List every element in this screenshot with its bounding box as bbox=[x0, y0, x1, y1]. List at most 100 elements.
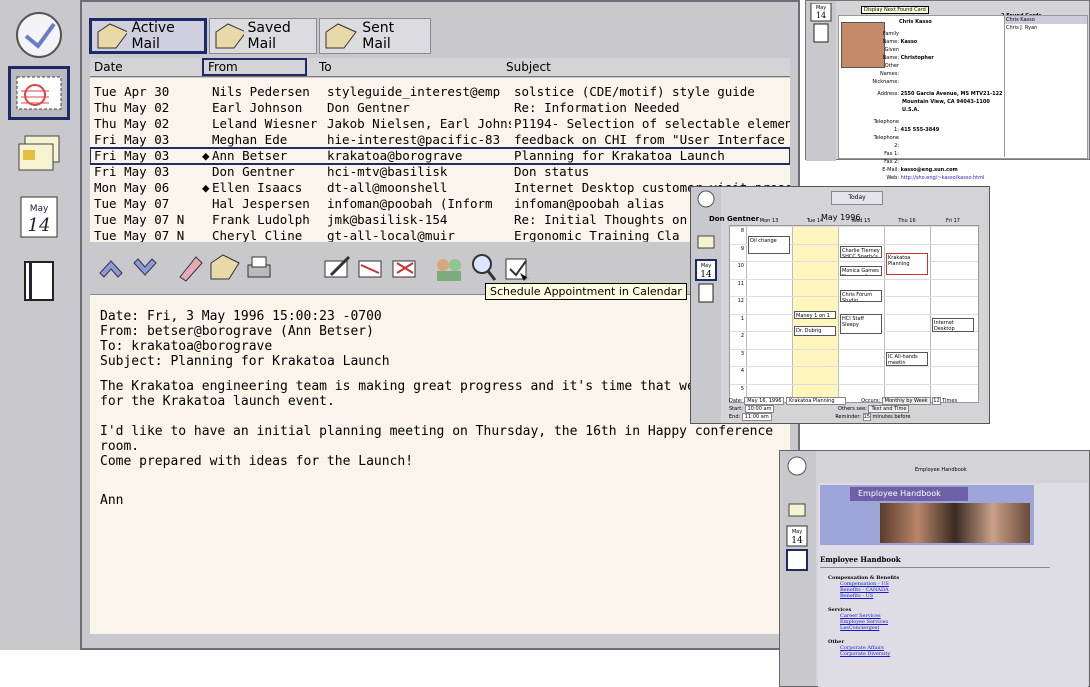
appointment[interactable]: HCI Staff Sleepy bbox=[840, 314, 882, 334]
appointment[interactable]: Dr. Dubrig bbox=[794, 326, 836, 336]
column-date[interactable]: Date bbox=[90, 58, 202, 76]
calendar-icon[interactable]: May14 bbox=[8, 190, 70, 244]
table-row[interactable]: Thu May 02 Earl Johnson Don Gentner Re: Inf… bbox=[90, 100, 790, 116]
schedule-appointment-icon[interactable] bbox=[500, 250, 534, 286]
table-row[interactable]: Tue May 07 N Frank Ludolph jmk@basilisk-15… bbox=[90, 212, 790, 228]
day-header[interactable]: Wed 15 bbox=[838, 218, 884, 224]
row-from: Earl Johnson bbox=[212, 100, 303, 115]
previous-message-icon[interactable] bbox=[94, 250, 128, 286]
appointment[interactable]: Oil change bbox=[748, 236, 790, 254]
handbook-link[interactable]: LesConciergest bbox=[828, 625, 899, 631]
table-row[interactable]: Tue May 07 N Cheryl Cline gt-all-local@mui… bbox=[90, 228, 790, 242]
clock-icon[interactable] bbox=[8, 8, 70, 62]
table-row[interactable]: Tue May 07 Hal Jespersen infoman@poobah (I… bbox=[90, 196, 790, 212]
row-date: Thu May 02 bbox=[94, 100, 170, 115]
list-item[interactable]: Chris Kasso bbox=[1005, 16, 1087, 24]
delete-icon[interactable] bbox=[172, 250, 206, 286]
mail-icon[interactable] bbox=[8, 66, 70, 120]
calendar-icon[interactable]: May14 bbox=[695, 259, 717, 281]
address-book-icon[interactable] bbox=[432, 250, 466, 286]
handbook-link[interactable]: Benefits - US bbox=[828, 593, 899, 599]
row-date: Thu May 02 bbox=[94, 116, 170, 131]
list-item[interactable]: Chris J. Ryan bbox=[1005, 24, 1087, 32]
next-message-icon[interactable] bbox=[128, 250, 162, 286]
clock-icon[interactable] bbox=[696, 189, 716, 209]
clock-icon[interactable] bbox=[786, 455, 808, 477]
table-row[interactable]: Fri May 03 Meghan Ede hie-interest@pacific… bbox=[90, 132, 790, 148]
folder-icon bbox=[97, 23, 128, 49]
day-header[interactable]: Thu 16 bbox=[884, 218, 930, 224]
address-line: U.S.A. bbox=[902, 107, 920, 113]
hour-label: 1 bbox=[740, 315, 744, 322]
start-field[interactable]: 10:00 am bbox=[744, 405, 775, 413]
others-select[interactable]: Text and Time bbox=[868, 405, 910, 413]
appointment[interactable]: IC All-hands meetin Sparty's bbox=[886, 352, 928, 366]
svg-text:14: 14 bbox=[816, 11, 826, 20]
address-line: Mountain View, CA 94043-1100 bbox=[902, 99, 990, 105]
hour-label: 8 bbox=[740, 228, 744, 234]
message-list: Tue Apr 30 Nils Pedersen styleguide_intere… bbox=[90, 78, 790, 242]
folder-icon bbox=[325, 23, 357, 49]
find-icon[interactable] bbox=[466, 250, 500, 286]
appointment[interactable]: Monica Games Newsreader bbox=[840, 266, 882, 276]
reply-icon[interactable] bbox=[354, 250, 388, 286]
column-to[interactable]: To bbox=[315, 58, 495, 76]
reminder-field[interactable]: 15 bbox=[862, 413, 871, 421]
page-heading: Employee Handbook bbox=[820, 555, 901, 564]
documents-icon[interactable] bbox=[786, 501, 808, 521]
table-row[interactable]: Mon May 06 ◆ Ellen Isaacs dt-all@moonshell I… bbox=[90, 180, 790, 196]
appointment[interactable]: Krakatoa Planning bbox=[886, 253, 928, 275]
today-button[interactable]: Today bbox=[831, 191, 883, 205]
day-header[interactable]: Tue 14 bbox=[792, 218, 838, 224]
day-header[interactable]: Mon 13 bbox=[746, 218, 792, 224]
table-row[interactable]: Fri May 03 Don Gentner hci-mtv@basilisk Don… bbox=[90, 164, 790, 180]
occurs-select[interactable]: Monthly by Week bbox=[881, 397, 931, 405]
appointment[interactable]: Charlie Tierney SHCC Sparty's bbox=[840, 246, 882, 258]
column-from[interactable]: From bbox=[202, 58, 307, 76]
field-label: Telephone 1: bbox=[873, 119, 899, 133]
tab-active-mail[interactable]: Active Mail bbox=[89, 18, 207, 54]
what-field[interactable]: Krakatoa Planning bbox=[786, 397, 846, 405]
documents-icon[interactable] bbox=[8, 128, 70, 182]
calendar-icon[interactable]: May14 bbox=[786, 525, 808, 547]
notebook-icon[interactable] bbox=[696, 283, 716, 303]
row-subject: Don status bbox=[514, 164, 590, 179]
row-subject: feedback on CHI from "User Interface En bbox=[514, 132, 790, 147]
table-row[interactable]: Tue Apr 30 Nils Pedersen styleguide_intere… bbox=[90, 84, 790, 100]
tab-saved-mail[interactable]: Saved Mail bbox=[209, 18, 317, 54]
web-link[interactable]: http://sho.eng/~kasso/kasso.html bbox=[901, 175, 985, 181]
column-subject[interactable]: Subject bbox=[502, 58, 790, 76]
field-label: Telephone 2: bbox=[873, 135, 899, 149]
handbook-link[interactable]: Corporate Diversity bbox=[828, 651, 899, 657]
appointment[interactable]: Maney 1 on 1 bbox=[794, 311, 836, 319]
hour-label: 11 bbox=[737, 280, 744, 287]
row-from: Meghan Ede bbox=[212, 132, 288, 147]
field-label: Date: bbox=[729, 398, 743, 404]
tab-sent-mail[interactable]: Sent Mail bbox=[319, 18, 431, 54]
notebook-icon[interactable] bbox=[786, 549, 808, 571]
email[interactable]: kasso@eng.sun.com bbox=[901, 167, 958, 173]
calendar-icon[interactable]: May14 bbox=[809, 3, 833, 23]
move-to-folder-icon[interactable] bbox=[208, 250, 242, 286]
date-field[interactable]: May 16, 1996 bbox=[744, 397, 785, 405]
notebook-icon[interactable] bbox=[811, 23, 831, 43]
day-header[interactable]: Fri 17 bbox=[930, 218, 976, 224]
documents-icon[interactable] bbox=[695, 233, 717, 253]
appointment[interactable]: Internet Desktop Sleepy bbox=[932, 318, 974, 332]
row-subject: solstice (CDE/motif) style guide bbox=[514, 84, 755, 99]
table-row[interactable]: Thu May 02 Leland Wiesner Jakob Nielsen, E… bbox=[90, 116, 790, 132]
table-row[interactable]: Fri May 03 ◆ Ann Betser krakatoa@borograve P… bbox=[90, 147, 790, 165]
appointment[interactable]: Chris Forum Studio bbox=[840, 290, 882, 302]
row-to: styleguide_interest@emp bbox=[327, 84, 501, 99]
row-date: Fri May 03 bbox=[94, 132, 170, 147]
notebook-icon[interactable] bbox=[8, 254, 70, 308]
card-dock: May 14 bbox=[806, 1, 836, 161]
times-field[interactable]: 12 bbox=[932, 397, 941, 405]
end-field[interactable]: 11:00 am bbox=[741, 413, 772, 421]
message-paragraph: Come prepared with ideas for the Launch! bbox=[100, 454, 414, 469]
forward-icon[interactable] bbox=[388, 250, 422, 286]
compose-icon[interactable] bbox=[320, 250, 354, 286]
print-icon[interactable] bbox=[242, 250, 276, 286]
row-from: Hal Jespersen bbox=[212, 196, 310, 211]
family-name: Kasso bbox=[900, 39, 918, 45]
